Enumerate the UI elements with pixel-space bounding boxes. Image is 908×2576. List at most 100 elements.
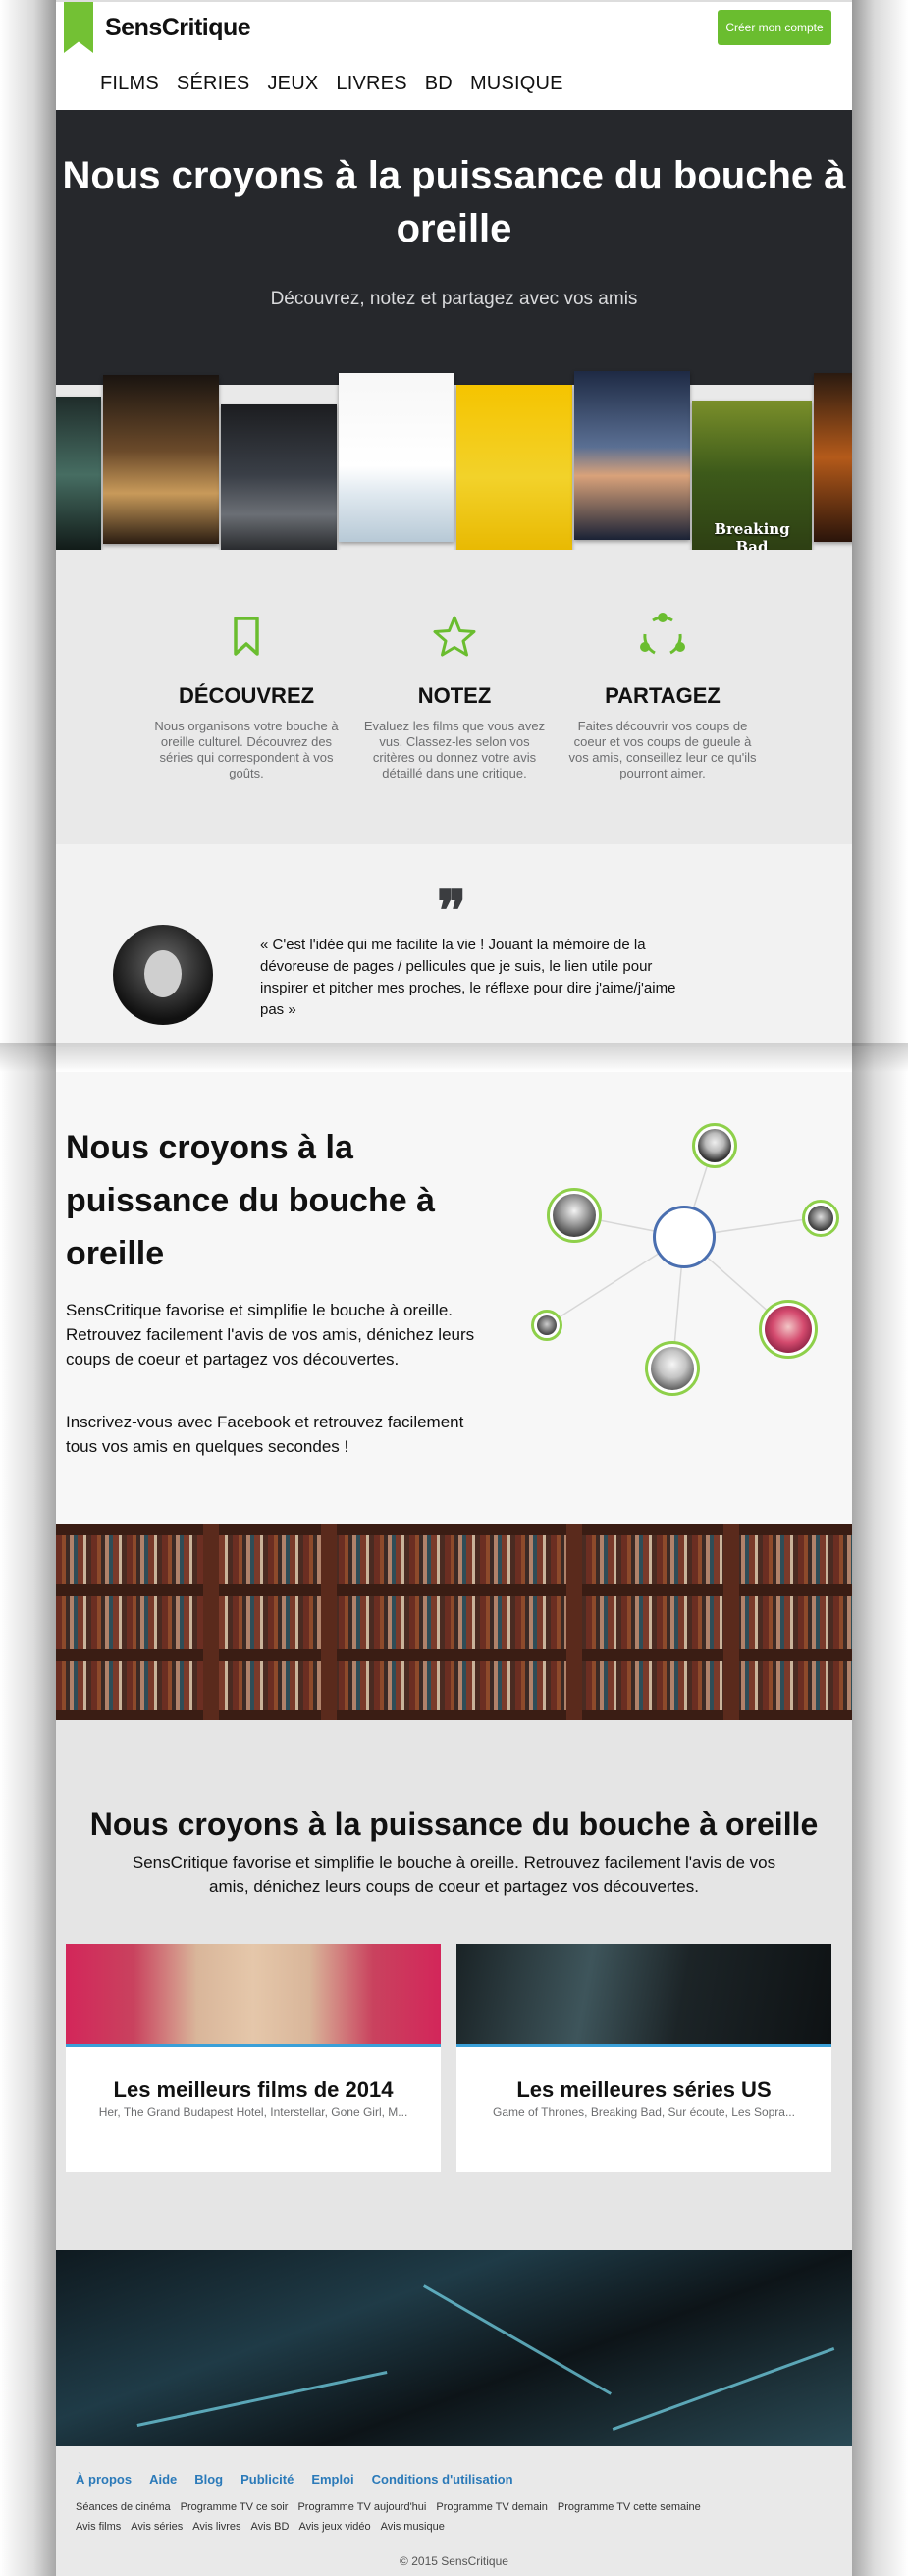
logo-bookmark-icon[interactable] <box>64 2 93 53</box>
game-light-beam <box>422 2284 613 2395</box>
poster-kill-bill[interactable] <box>456 385 572 554</box>
testimonial-quote: « C'est l'idée qui me facilite la vie ! … <box>260 937 676 1018</box>
list-card-image <box>456 1944 831 2044</box>
feature-decouvrez: DÉCOUVREZ Nous organisons votre bouche à… <box>138 550 354 781</box>
library-post <box>723 1524 739 1720</box>
poster-matrix[interactable] <box>56 397 101 554</box>
footer-link-blog[interactable]: Blog <box>194 2472 223 2487</box>
testimonial-avatar <box>113 925 213 1025</box>
intro-title: Nous croyons à la puissance du bouche à … <box>66 1129 435 1272</box>
footer-link-emploi[interactable]: Emploi <box>311 2472 353 2487</box>
footer-link-publicite[interactable]: Publicité <box>240 2472 294 2487</box>
list-card-desc: Game of Thrones, Breaking Bad, Sur écout… <box>493 2105 795 2119</box>
network-center-node <box>653 1206 716 1268</box>
list-card-image <box>66 1944 441 2044</box>
feature-title: DÉCOUVREZ <box>178 683 315 708</box>
frame-shadow-right-2 <box>852 1046 908 2576</box>
site-logo[interactable]: SensCritique <box>105 14 251 42</box>
footer-small-link[interactable]: Avis livres <box>192 2521 240 2533</box>
nav-series[interactable]: SÉRIES <box>177 73 250 95</box>
poster-shutter-island[interactable] <box>221 404 337 562</box>
bookmark-icon <box>217 607 276 666</box>
poster-titanic[interactable] <box>574 371 690 540</box>
frame-shadow-left <box>0 0 56 1046</box>
nav-jeux[interactable]: JEUX <box>267 73 318 95</box>
poster-extra[interactable] <box>814 373 852 542</box>
hero-section: Nous croyons à la puissance du bouche à … <box>56 110 852 385</box>
nav-films[interactable]: FILMS <box>100 73 159 95</box>
frame-shadow-right <box>852 0 908 1046</box>
footer-small-link[interactable]: Séances de cinéma <box>76 2501 171 2513</box>
library-banner <box>56 1524 852 1722</box>
landing-frame-top: SensCritique Créer mon compte FILMS SÉRI… <box>56 0 852 1043</box>
intro-paragraph: SensCritique favorise et simplifie le bo… <box>66 1301 475 1368</box>
features-section: DÉCOUVREZ Nous organisons votre bouche à… <box>56 550 852 844</box>
footer-copyright: © 2015 SensCritique <box>400 2554 508 2568</box>
list-card-films[interactable]: Les meilleurs films de 2014 Her, The Gra… <box>66 1944 441 2172</box>
friend-avatar <box>645 1341 700 1396</box>
list-card-title: Les meilleurs films de 2014 <box>113 2077 394 2102</box>
footer-link-a-propos[interactable]: À propos <box>76 2472 132 2487</box>
list-card-accent <box>456 2044 831 2047</box>
list-card-series[interactable]: Les meilleures séries US Game of Thrones… <box>456 1944 831 2172</box>
feature-notez: NOTEZ Evaluez les films que vous avez vu… <box>347 550 562 781</box>
feature-text: Faites découvrir vos coups de coeur et v… <box>568 719 757 780</box>
footer-small-link[interactable]: Avis jeux vidéo <box>298 2521 370 2533</box>
friend-avatar <box>759 1300 818 1359</box>
footer-small-link[interactable]: Programme TV aujourd'hui <box>297 2501 426 2513</box>
poster-seigneur-des-anneaux[interactable] <box>103 375 219 544</box>
signup-button[interactable]: Créer mon compte <box>718 10 831 45</box>
friend-avatar <box>531 1310 562 1341</box>
friend-avatar <box>692 1123 737 1168</box>
feature-title: PARTAGEZ <box>605 683 721 708</box>
game-banner <box>56 2250 852 2446</box>
intro-facebook-paragraph: Inscrivez-vous avec Facebook et retrouve… <box>66 1413 464 1456</box>
nav-musique[interactable]: MUSIQUE <box>470 73 563 95</box>
footer-small-link[interactable]: Avis musique <box>381 2521 445 2533</box>
testimonial-section: ❞ « C'est l'idée qui me facilite la vie … <box>56 844 852 1043</box>
footer-main-links: À propos Aide Blog Publicité Emploi Cond… <box>76 2472 513 2487</box>
game-light-beam <box>612 2347 835 2431</box>
nav-bd[interactable]: BD <box>425 73 453 95</box>
library-post <box>566 1524 582 1720</box>
intro-section: Nous croyons à la puissance du bouche à … <box>56 1072 852 1524</box>
landing-frame-bottom: Nous croyons à la puissance du bouche à … <box>56 1072 852 2576</box>
hero-subtitle: Découvrez, notez et partagez avec vos am… <box>270 289 638 309</box>
feature-text: Nous organisons votre bouche à oreille c… <box>154 719 339 780</box>
friend-avatar <box>547 1188 602 1243</box>
list-card-title: Les meilleures séries US <box>516 2077 772 2102</box>
hero-title: Nous croyons à la puissance du bouche à … <box>62 154 846 250</box>
footer-small-link[interactable]: Programme TV demain <box>436 2501 548 2513</box>
lists-title: Nous croyons à la puissance du bouche à … <box>89 1806 819 1842</box>
site-header: SensCritique Créer mon compte FILMS SÉRI… <box>56 0 852 110</box>
library-post <box>321 1524 337 1720</box>
game-light-beam <box>136 2371 388 2427</box>
nav-livres[interactable]: LIVRES <box>336 73 406 95</box>
star-icon <box>425 607 484 666</box>
list-card-desc: Her, The Grand Budapest Hotel, Interstel… <box>98 2105 408 2119</box>
footer-small-link[interactable]: Avis BD <box>251 2521 290 2533</box>
footer-review-links: Avis films Avis séries Avis livres Avis … <box>76 2521 445 2533</box>
library-post <box>203 1524 219 1720</box>
lists-section: Nous croyons à la puissance du bouche à … <box>56 1720 852 2250</box>
frame-shadow-left-2 <box>0 1046 56 2576</box>
footer-small-link[interactable]: Avis films <box>76 2521 121 2533</box>
list-card-accent <box>66 2044 441 2047</box>
feature-text: Evaluez les films que vous avez vus. Cla… <box>363 719 546 780</box>
main-nav: FILMS SÉRIES JEUX LIVRES BD MUSIQUE <box>100 73 563 95</box>
feature-title: NOTEZ <box>417 683 492 708</box>
poster-breaking-bad[interactable]: Breaking Bad <box>692 401 812 562</box>
footer-tv-links: Séances de cinéma Programme TV ce soir P… <box>76 2501 701 2513</box>
footer-link-aide[interactable]: Aide <box>149 2472 177 2487</box>
footer-small-link[interactable]: Avis séries <box>131 2521 183 2533</box>
share-icon <box>633 607 692 666</box>
footer-small-link[interactable]: Programme TV cette semaine <box>558 2501 701 2513</box>
frame-gap-shadow <box>0 1043 908 1072</box>
feature-partagez: PARTAGEZ Faites découvrir vos coups de c… <box>555 550 771 781</box>
poster-forrest-gump[interactable] <box>339 373 454 542</box>
friend-avatar <box>802 1200 839 1237</box>
footer-small-link[interactable]: Programme TV ce soir <box>181 2501 289 2513</box>
site-footer: À propos Aide Blog Publicité Emploi Cond… <box>56 2446 852 2576</box>
footer-link-conditions[interactable]: Conditions d'utilisation <box>372 2472 513 2487</box>
quote-icon: ❞ <box>437 879 467 943</box>
